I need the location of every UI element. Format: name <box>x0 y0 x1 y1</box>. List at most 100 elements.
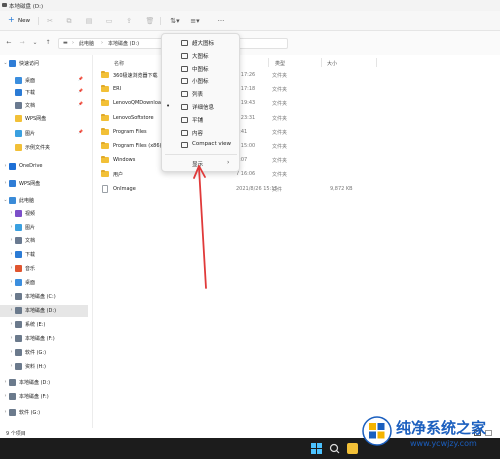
view-menu-item[interactable]: 中图标 <box>165 63 237 75</box>
delete-icon[interactable]: 🗑 <box>145 16 155 26</box>
chevron-right-icon[interactable]: › <box>9 335 14 341</box>
chevron-right-icon[interactable]: › <box>3 180 8 186</box>
search-icon[interactable] <box>329 443 340 454</box>
column-divider[interactable] <box>376 58 377 67</box>
file-date: 7 16:06 <box>236 171 256 178</box>
sidebar-item[interactable]: › WPS网盘 <box>0 178 88 190</box>
sidebar-item[interactable]: 文档 📌 <box>0 100 88 112</box>
sidebar-item[interactable]: WPS网盘 <box>0 113 88 125</box>
sidebar-item[interactable]: 示例文件夹 <box>0 142 88 154</box>
forward-icon[interactable]: → <box>18 39 26 47</box>
view-menu-item[interactable]: 超大图标 <box>165 37 237 49</box>
sidebar-item[interactable]: › 本地磁盘 (D:) <box>0 377 88 389</box>
share-icon[interactable]: ⇪ <box>124 16 134 26</box>
file-row[interactable]: OnImage 2021/8/26 15:15 文件 9,872 KB <box>98 183 488 196</box>
chevron-right-icon[interactable]: › <box>9 265 14 271</box>
sidebar-item[interactable]: › 视频 <box>0 208 88 220</box>
up-icon[interactable]: ↑ <box>44 39 52 47</box>
view-menu-item[interactable]: 内容 <box>165 127 237 139</box>
view-menu-item[interactable]: 详细信息 <box>165 101 237 113</box>
sidebar-item[interactable]: › 本地磁盘 (C:) <box>0 291 88 303</box>
sidebar-item[interactable]: › 系统 (E:) <box>0 319 88 331</box>
file-row[interactable]: LenovoSoftstore 8 23:31 文件夹 <box>98 112 488 125</box>
sidebar-item-label: WPS网盘 <box>25 116 47 122</box>
sidebar-item[interactable]: › 本地磁盘 (D:) <box>0 305 88 317</box>
back-icon[interactable]: ← <box>5 39 13 47</box>
cut-icon[interactable]: ✂ <box>45 16 55 26</box>
recent-dropdown-icon[interactable]: ⌄ <box>31 39 39 47</box>
chevron-right-icon[interactable]: › <box>9 210 14 216</box>
file-row[interactable]: Program Files 2:41 文件夹 <box>98 126 488 139</box>
chevron-right-icon[interactable]: › <box>9 321 14 327</box>
sidebar-item[interactable]: 下载 📌 <box>0 87 88 99</box>
document-icon <box>15 102 22 109</box>
chevron-right-icon[interactable]: › <box>3 409 8 415</box>
sidebar-item[interactable]: ⌄ 快速访问 <box>0 58 88 70</box>
chevron-right-icon[interactable]: › <box>3 379 8 385</box>
toolbar-separator <box>38 17 39 25</box>
view-icon[interactable]: ≡▾ <box>188 16 202 26</box>
sidebar-item[interactable]: › 下载 <box>0 249 88 261</box>
chevron-down-icon[interactable]: ⌄ <box>3 60 8 66</box>
file-list: 名称 类型 大小 360极速浏览器下载 3 17:26 文件夹 ERI 5 17:18 文… <box>93 55 500 428</box>
file-row[interactable]: LenovoQMDownload 6 19:43 文件夹 <box>98 97 488 110</box>
sidebar-item-label: 图片 <box>25 131 36 137</box>
column-divider[interactable] <box>268 58 269 67</box>
file-type: 文件 <box>272 186 283 193</box>
column-header-type[interactable]: 类型 <box>275 60 285 67</box>
pin-icon: 📌 <box>78 76 83 81</box>
copy-icon[interactable]: ⧉ <box>64 16 74 26</box>
sidebar-item[interactable]: › 软件 (G:) <box>0 347 88 359</box>
file-row[interactable]: 360极速浏览器下载 3 17:26 文件夹 <box>98 69 488 82</box>
chevron-right-icon[interactable]: › <box>9 349 14 355</box>
chevron-right-icon[interactable]: › <box>3 393 8 399</box>
sidebar-item[interactable]: › 桌面 <box>0 277 88 289</box>
sidebar-item[interactable]: 桌面 📌 <box>0 75 88 87</box>
breadcrumb-item[interactable]: 本地磁盘 (D:) <box>108 40 139 47</box>
sort-icon[interactable]: ⇅▾ <box>168 16 182 26</box>
chevron-right-icon[interactable]: › <box>9 307 14 313</box>
rename-icon[interactable]: ▭ <box>104 16 114 26</box>
view-menu-item[interactable]: 小图标 <box>165 75 237 87</box>
sidebar-item[interactable]: › 本地磁盘 (F:) <box>0 391 88 403</box>
sidebar-item[interactable]: ⌄ 此电脑 <box>0 195 88 207</box>
file-row[interactable]: 用户 7 16:06 文件夹 <box>98 168 488 181</box>
chevron-right-icon[interactable]: › <box>9 251 14 257</box>
new-button[interactable]: New <box>6 14 34 27</box>
file-row[interactable]: Program Files (x86) 6 15:00 文件夹 <box>98 140 488 153</box>
chevron-right-icon[interactable]: › <box>9 279 14 285</box>
column-divider[interactable] <box>321 58 322 67</box>
drive-icon <box>15 335 22 342</box>
drive-icon <box>9 379 16 386</box>
sidebar-item[interactable]: 图片 📌 <box>0 128 88 140</box>
chevron-right-icon[interactable]: › <box>9 237 14 243</box>
file-explorer-taskbar-icon[interactable] <box>347 443 358 454</box>
sidebar-item[interactable]: › 文档 <box>0 235 88 247</box>
sidebar-item[interactable]: › OneDrive <box>0 161 88 173</box>
chevron-down-icon[interactable]: ⌄ <box>3 197 8 203</box>
chevron-right-icon[interactable]: › <box>9 293 14 299</box>
view-menu-item[interactable]: 大图标 <box>165 50 237 62</box>
sidebar-item[interactable]: › 图片 <box>0 222 88 234</box>
view-menu-item-label: 小图标 <box>192 79 209 86</box>
paste-icon[interactable]: ▤ <box>84 16 94 26</box>
annotation-arrow <box>193 165 207 289</box>
view-menu-item[interactable]: Compact view <box>165 139 237 151</box>
start-icon[interactable] <box>311 443 322 454</box>
chevron-right-icon[interactable]: › <box>9 224 14 230</box>
sidebar-item[interactable]: › 音乐 <box>0 263 88 275</box>
sidebar-item[interactable]: › 资料 (H:) <box>0 361 88 373</box>
file-row[interactable]: Windows 4:07 文件夹 <box>98 154 488 167</box>
view-menu-item[interactable]: 平铺 <box>165 114 237 126</box>
view-menu-item[interactable]: 列表 <box>165 88 237 100</box>
more-options-icon[interactable]: ··· <box>216 16 226 26</box>
file-row[interactable]: ERI 5 17:18 文件夹 <box>98 83 488 96</box>
column-header-size[interactable]: 大小 <box>327 60 337 67</box>
column-header-name[interactable]: 名称 <box>114 60 124 67</box>
breadcrumb-item[interactable]: 此电脑 <box>79 40 94 47</box>
sidebar-item[interactable]: › 软件 (G:) <box>0 407 88 419</box>
sidebar-item[interactable]: › 本地磁盘 (F:) <box>0 333 88 345</box>
chevron-right-icon[interactable]: › <box>3 163 8 169</box>
drive-icon <box>15 307 22 314</box>
chevron-right-icon[interactable]: › <box>9 363 14 369</box>
